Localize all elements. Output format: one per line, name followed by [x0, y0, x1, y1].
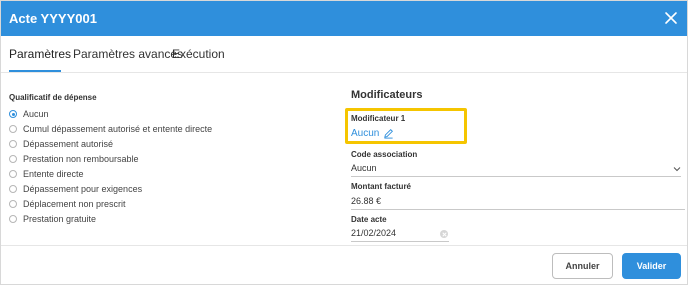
radio-selected-icon — [9, 110, 17, 118]
date-acte-value: 21/02/2024 — [351, 228, 397, 238]
code-association-value: Aucun — [351, 163, 377, 173]
radio-option-cumul[interactable]: Cumul dépassement autorisé et entente di… — [9, 122, 309, 136]
radio-label: Prestation non remboursable — [23, 154, 139, 164]
clear-date-icon[interactable] — [440, 230, 448, 238]
radio-icon — [9, 155, 17, 163]
radio-option-deplacement-non-prescrit[interactable]: Déplacement non prescrit — [9, 197, 309, 211]
qualificatif-section: Qualificatif de dépense Aucun Cumul dépa… — [9, 93, 329, 224]
radio-label: Dépassement autorisé — [23, 139, 114, 149]
valider-button[interactable]: Valider — [622, 253, 681, 279]
footer-divider — [1, 245, 687, 246]
code-association-select[interactable]: Aucun — [351, 163, 681, 177]
close-icon[interactable] — [663, 10, 679, 26]
radio-icon — [9, 215, 17, 223]
radio-option-prestation-gratuite[interactable]: Prestation gratuite — [9, 212, 309, 226]
radio-icon — [9, 185, 17, 193]
tab-execution[interactable]: Exécution — [172, 47, 225, 61]
radio-label: Aucun — [23, 109, 49, 119]
montant-facture-value: 26.88 € — [351, 196, 382, 206]
radio-option-aucun[interactable]: Aucun — [9, 107, 309, 121]
modificateur1-link[interactable]: Aucun — [351, 128, 394, 139]
radio-label: Dépassement pour exigences — [23, 184, 143, 194]
montant-facture-label: Montant facturé — [351, 182, 411, 191]
radio-icon — [9, 125, 17, 133]
active-tab-indicator — [9, 70, 61, 72]
dialog: Acte YYYY001 Paramètres Paramètres avanc… — [0, 0, 688, 285]
annuler-button[interactable]: Annuler — [552, 253, 613, 279]
radio-label: Cumul dépassement autorisé et entente di… — [23, 124, 213, 134]
tab-parametres-avances[interactable]: Paramètres avancés — [73, 47, 183, 61]
radio-label: Prestation gratuite — [23, 214, 97, 224]
montant-facture-input[interactable]: 26.88 € — [351, 196, 685, 210]
chevron-down-icon — [673, 167, 681, 172]
tab-parametres[interactable]: Paramètres — [9, 47, 71, 61]
modificateur1-label: Modificateur 1 — [351, 114, 406, 123]
radio-label: Déplacement non prescrit — [23, 199, 126, 209]
qualificatif-label: Qualificatif de dépense — [9, 93, 97, 102]
radio-option-depassement-autorise[interactable]: Dépassement autorisé — [9, 137, 309, 151]
modificateurs-title: Modificateurs — [351, 89, 423, 101]
date-acte-label: Date acte — [351, 215, 387, 224]
radio-label: Entente directe — [23, 169, 84, 179]
modificateur1-value: Aucun — [351, 128, 380, 139]
dialog-title: Acte YYYY001 — [9, 11, 97, 26]
radio-option-depassement-exigences[interactable]: Dépassement pour exigences — [9, 182, 309, 196]
dialog-titlebar: Acte YYYY001 — [1, 1, 687, 36]
radio-icon — [9, 170, 17, 178]
radio-icon — [9, 140, 17, 148]
date-acte-input[interactable]: 21/02/2024 — [351, 228, 449, 242]
radio-option-prestation-non-remboursable[interactable]: Prestation non remboursable — [9, 152, 309, 166]
radio-icon — [9, 200, 17, 208]
tab-bar: Paramètres Paramètres avancés Exécution — [1, 37, 687, 73]
code-association-label: Code association — [351, 150, 418, 159]
edit-pencil-icon — [384, 129, 394, 139]
radio-option-entente-directe[interactable]: Entente directe — [9, 167, 309, 181]
